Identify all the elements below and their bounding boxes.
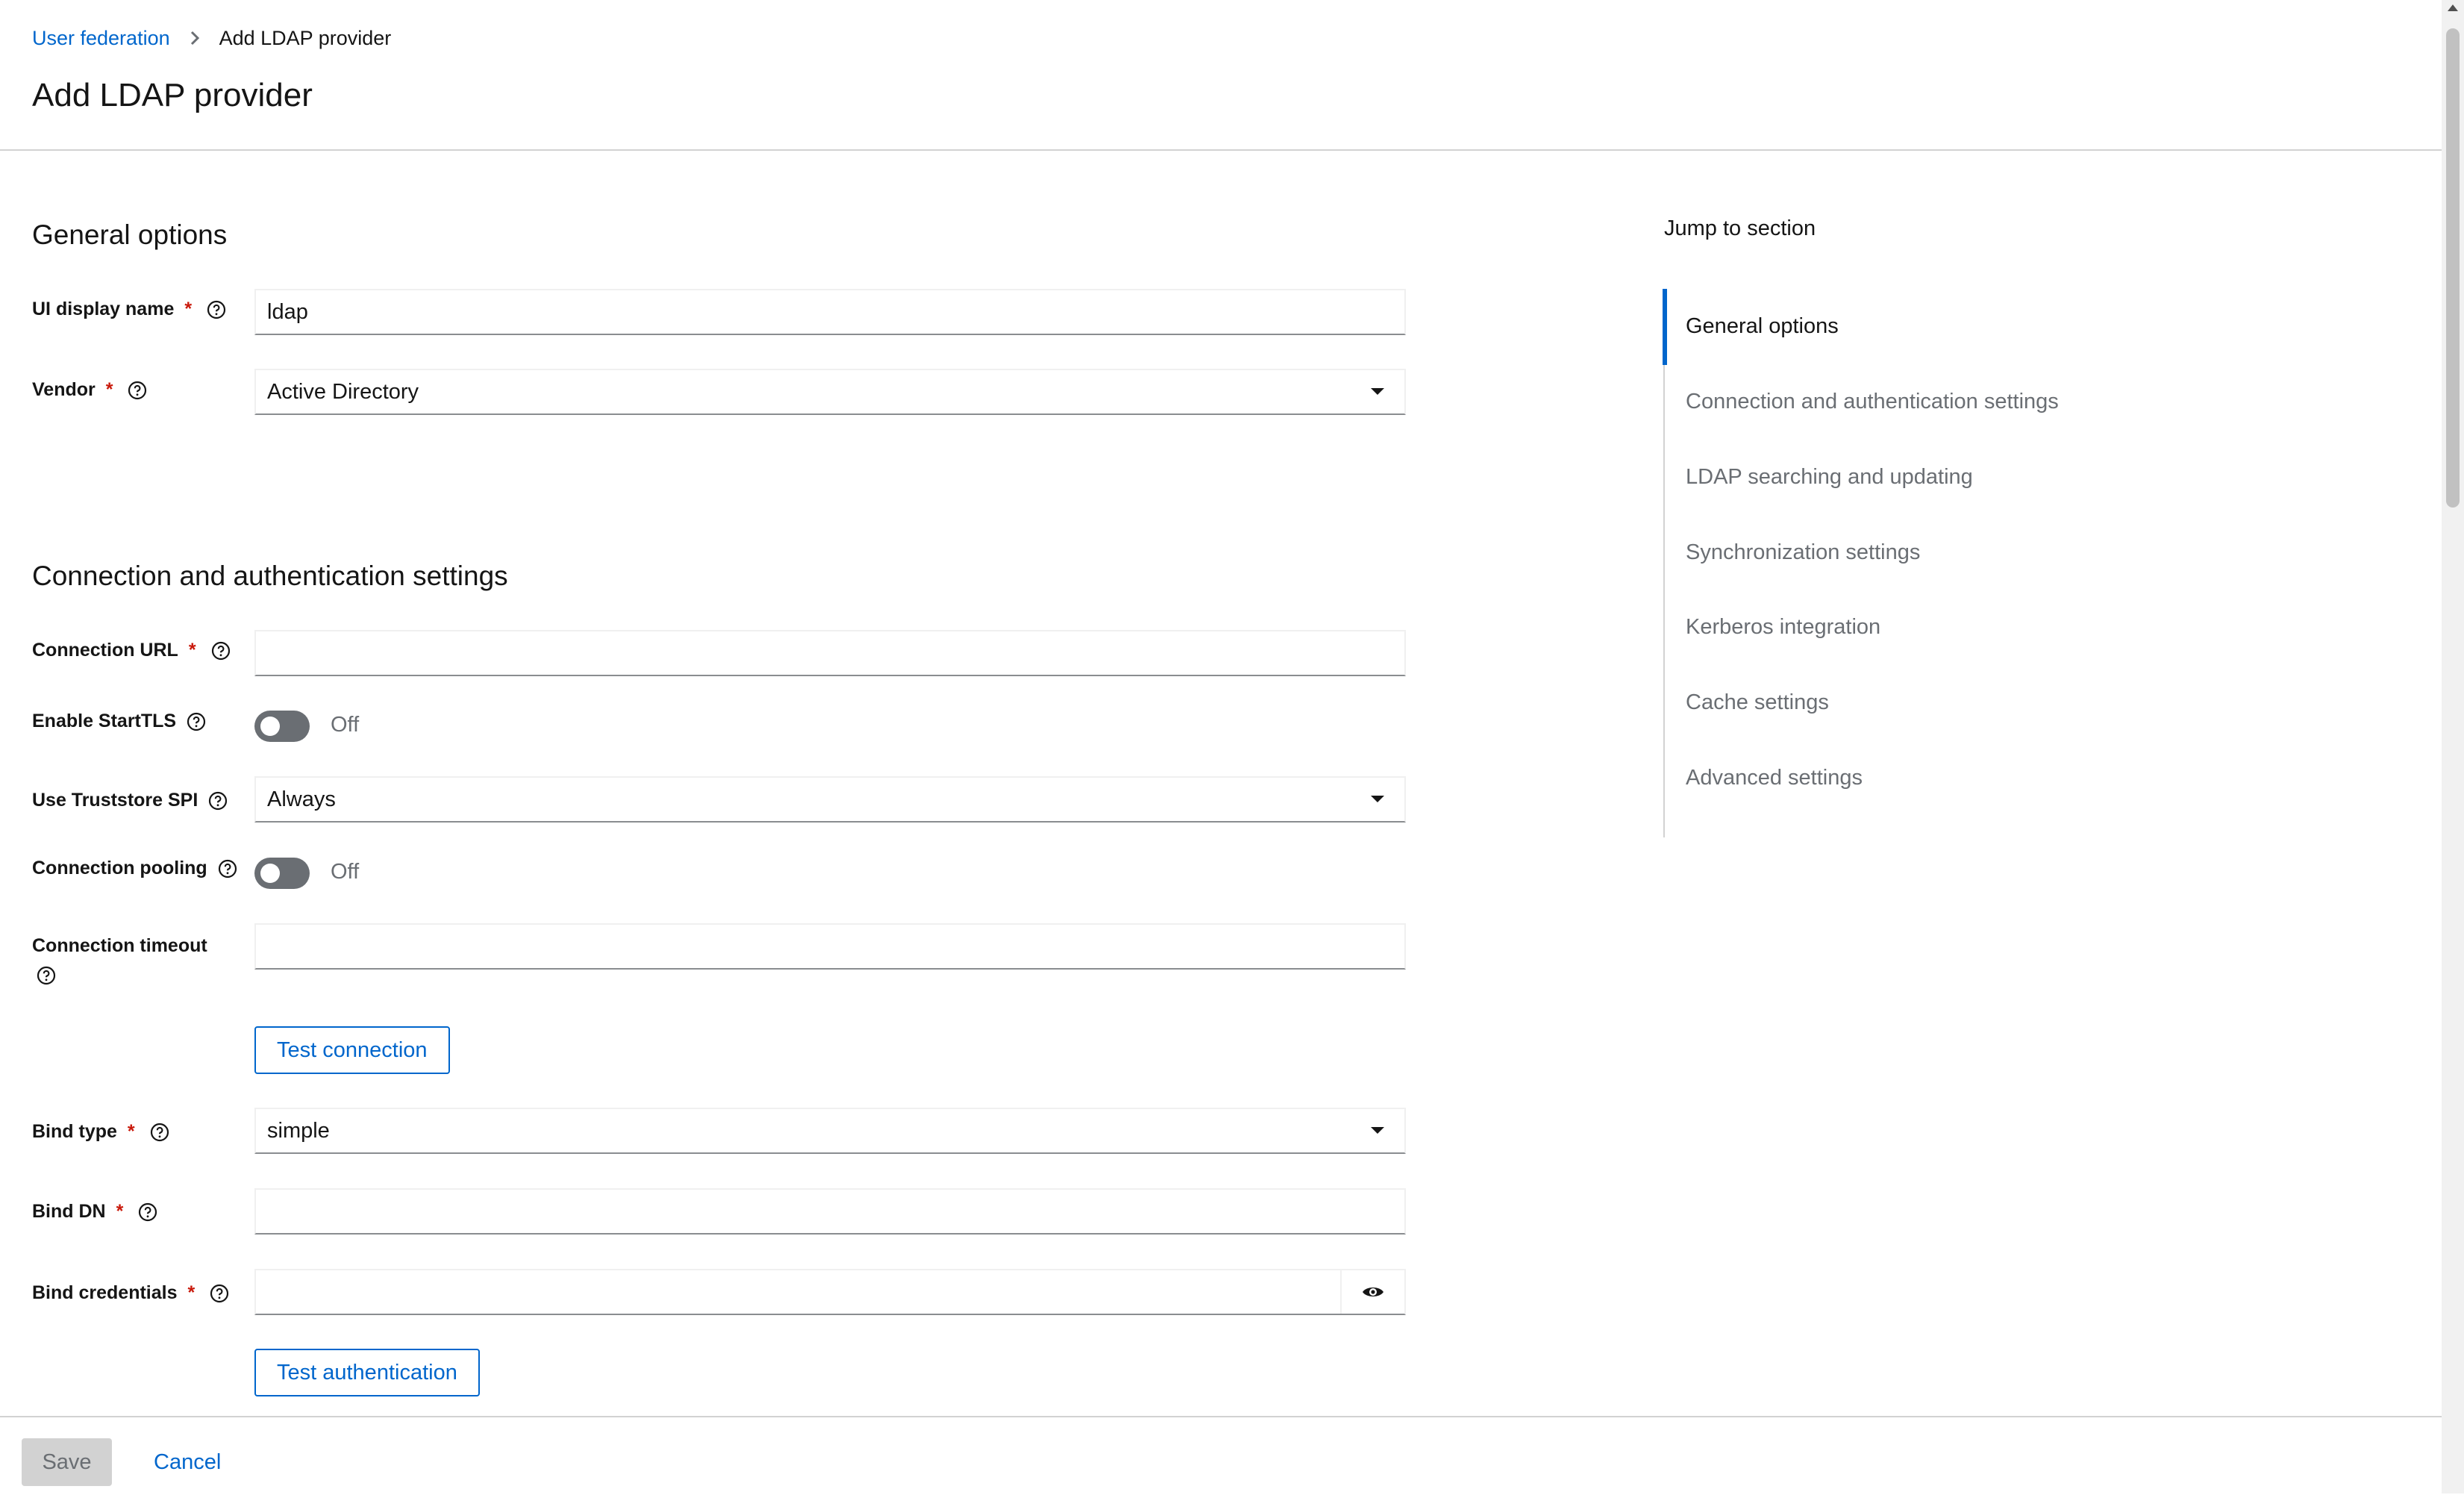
required-mark: * (184, 299, 193, 319)
jump-item-kerberos[interactable]: Kerberos integration (1686, 615, 1880, 640)
use-truststore-spi-select[interactable]: Always (254, 776, 1406, 823)
bind-type-label: Bind type * (32, 1121, 169, 1143)
breadcrumb-user-federation-link[interactable]: User federation (32, 27, 170, 50)
use-truststore-spi-value: Always (267, 787, 336, 811)
jump-item-synchronization[interactable]: Synchronization settings (1686, 540, 1920, 565)
required-mark: * (188, 640, 196, 661)
enable-starttls-switch[interactable] (254, 711, 310, 742)
connection-url-label-text: Connection URL (32, 640, 178, 661)
breadcrumb: User federation Add LDAP provider (32, 25, 391, 51)
help-circle-icon[interactable] (187, 712, 206, 731)
use-truststore-spi-label: Use Truststore SPI (32, 790, 228, 811)
bind-credentials-label: Bind credentials * (32, 1282, 229, 1304)
help-circle-icon[interactable] (208, 791, 228, 811)
connection-pooling-label: Connection pooling (32, 858, 237, 879)
connection-timeout-input[interactable] (254, 923, 1406, 970)
jump-to-section-title: Jump to section (1664, 216, 1816, 240)
ui-display-name-label: UI display name * (32, 299, 226, 320)
test-connection-button[interactable]: Test connection (254, 1026, 450, 1074)
required-mark: * (116, 1201, 124, 1222)
bind-credentials-label-text: Bind credentials (32, 1282, 178, 1303)
bind-type-label-text: Bind type (32, 1121, 117, 1142)
bind-dn-label: Bind DN * (32, 1201, 157, 1223)
required-mark: * (127, 1121, 135, 1142)
help-circle-icon[interactable] (207, 300, 226, 319)
connection-timeout-label: Connection timeout (32, 935, 207, 985)
page-header: User federation Add LDAP provider Add LD… (0, 0, 2442, 151)
connection-pooling-state: Off (331, 860, 360, 884)
scrollbar-thumb[interactable] (2446, 28, 2460, 508)
caret-down-icon (1370, 370, 1385, 413)
use-truststore-spi-label-text: Use Truststore SPI (32, 790, 198, 811)
jump-item-advanced[interactable]: Advanced settings (1686, 766, 1863, 790)
page-title: Add LDAP provider (32, 77, 313, 113)
vendor-label: Vendor * (32, 379, 147, 401)
jump-item-connection-authentication[interactable]: Connection and authentication settings (1686, 390, 2059, 414)
connection-pooling-switch[interactable] (254, 858, 310, 889)
bind-type-value: simple (267, 1118, 330, 1143)
connection-pooling-label-text: Connection pooling (32, 858, 207, 878)
required-mark: * (187, 1282, 196, 1303)
cancel-button[interactable]: Cancel (154, 1438, 221, 1486)
jump-item-general-options[interactable]: General options (1686, 314, 1839, 339)
bind-dn-label-text: Bind DN (32, 1201, 106, 1222)
connection-timeout-label-text: Connection timeout (32, 935, 207, 956)
vendor-select[interactable]: Active Directory (254, 369, 1406, 415)
section-title-connection: Connection and authentication settings (32, 561, 508, 591)
jump-item-cache[interactable]: Cache settings (1686, 690, 1829, 715)
enable-starttls-label: Enable StartTLS (32, 711, 206, 732)
required-mark: * (105, 379, 113, 400)
ui-display-name-label-text: UI display name (32, 299, 175, 319)
connection-url-input[interactable] (254, 630, 1406, 676)
enable-starttls-label-text: Enable StartTLS (32, 711, 177, 731)
help-circle-icon[interactable] (150, 1123, 169, 1142)
bind-credentials-input[interactable] (254, 1269, 1406, 1315)
eye-icon[interactable] (1340, 1270, 1404, 1314)
ui-display-name-input[interactable]: ldap (254, 289, 1406, 335)
vertical-scrollbar[interactable] (2442, 0, 2464, 1494)
caret-down-icon (1370, 778, 1385, 821)
help-circle-icon[interactable] (37, 966, 56, 985)
chevron-right-icon (181, 25, 209, 51)
active-indicator (1663, 289, 1667, 365)
breadcrumb-current: Add LDAP provider (219, 26, 392, 49)
help-circle-icon[interactable] (218, 859, 237, 878)
test-authentication-button[interactable]: Test authentication (254, 1349, 480, 1396)
connection-url-label: Connection URL * (32, 640, 231, 661)
help-circle-icon[interactable] (138, 1202, 157, 1222)
form-footer: Save Cancel (0, 1416, 2442, 1495)
help-circle-icon[interactable] (210, 1284, 229, 1303)
help-circle-icon[interactable] (128, 381, 147, 400)
help-circle-icon[interactable] (211, 641, 231, 661)
jump-to-section-nav: General options Connection and authentic… (1663, 289, 2113, 837)
caret-down-icon (1370, 1109, 1385, 1152)
scroll-up-arrow-icon[interactable] (2448, 4, 2458, 11)
enable-starttls-state: Off (331, 713, 360, 737)
bind-type-select[interactable]: simple (254, 1108, 1406, 1154)
jump-item-ldap-searching[interactable]: LDAP searching and updating (1686, 465, 1973, 490)
save-button[interactable]: Save (22, 1438, 112, 1486)
vendor-select-value: Active Directory (267, 379, 419, 404)
section-title-general-options: General options (32, 219, 228, 250)
bind-dn-input[interactable] (254, 1188, 1406, 1235)
vendor-label-text: Vendor (32, 379, 96, 400)
